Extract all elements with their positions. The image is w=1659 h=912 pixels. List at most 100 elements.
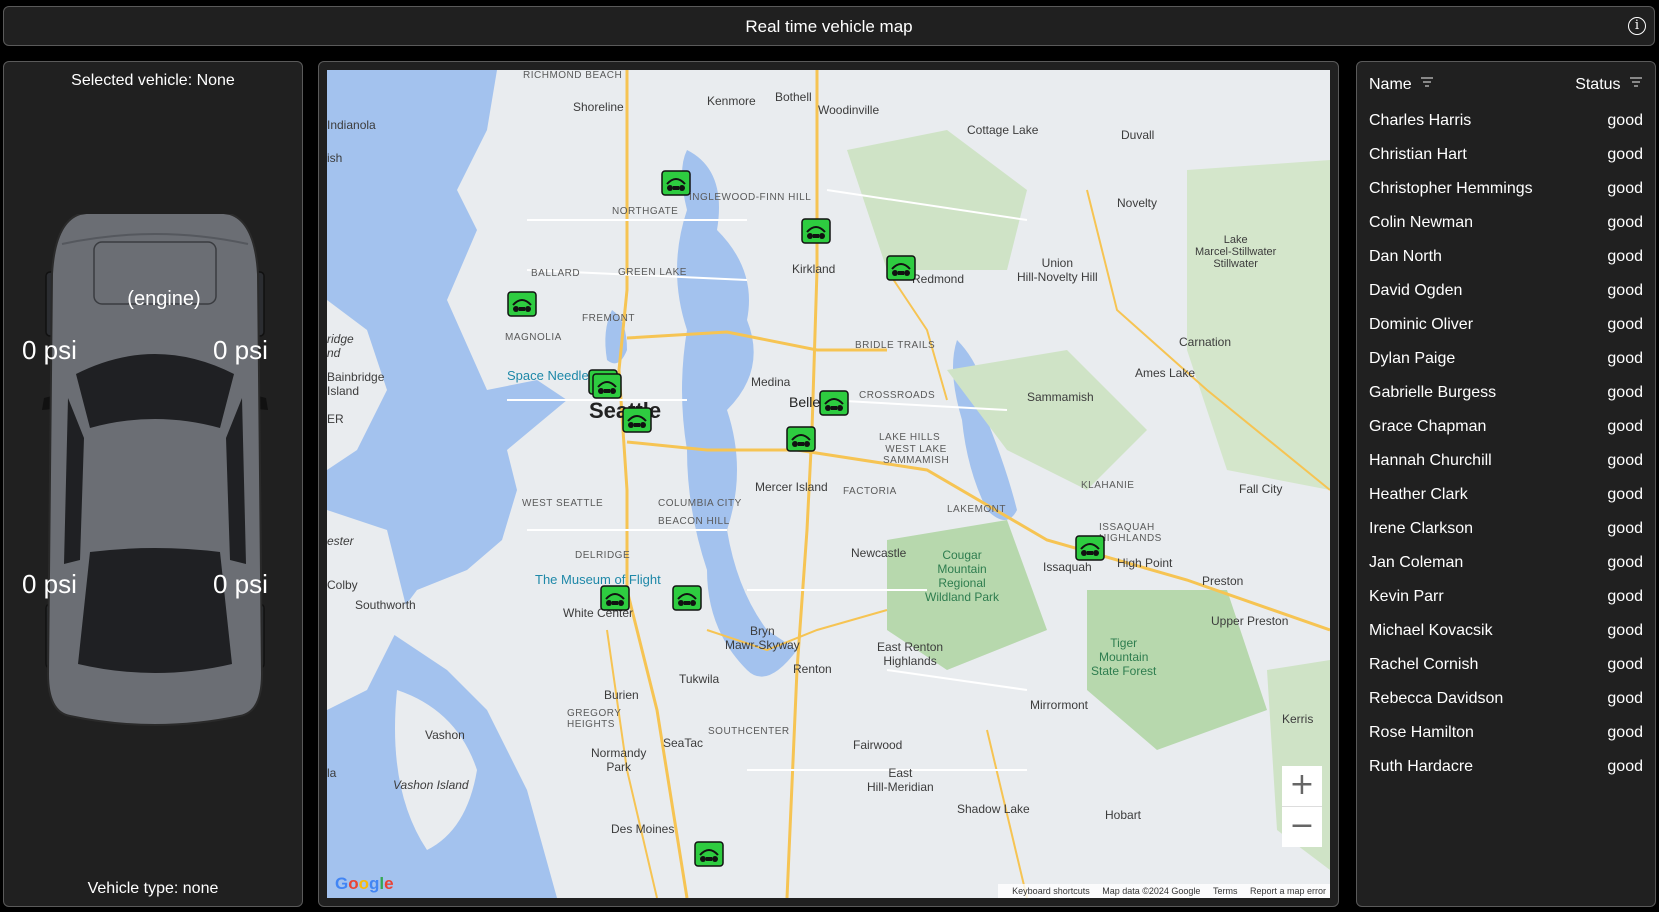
vehicle-marker-icon[interactable] [507,291,537,317]
driver-status: good [1607,656,1643,673]
map-label: East Renton Highlands [877,640,944,668]
zoom-out-button[interactable]: − [1282,807,1322,847]
map-label: LAKEMONT [947,504,1007,515]
driver-row[interactable]: Grace Chapman good [1369,418,1643,452]
driver-name: Colin Newman [1369,214,1474,231]
map-label: ER [327,412,344,426]
map-label: Mercer Island [755,480,828,494]
name-column-header[interactable]: Name [1369,76,1434,94]
status-header-label: Status [1575,76,1621,93]
terms-link[interactable]: Terms [1213,886,1238,896]
driver-row[interactable]: Kevin Parr good [1369,588,1643,622]
driver-row[interactable]: Dominic Oliver good [1369,316,1643,350]
driver-status: good [1607,520,1643,537]
name-header-label: Name [1369,76,1412,93]
vehicle-type-label: Vehicle type: none [87,880,219,897]
driver-status: good [1607,690,1643,707]
map-panel: RICHMOND BEACH Shoreline Kenmore Bothell… [318,61,1339,907]
map-label: The Museum of Flight [535,572,661,587]
keyboard-shortcuts-link[interactable]: Keyboard shortcuts [1012,886,1090,896]
map-label: WEST LAKE SAMMAMISH [883,444,950,466]
map-label: Hobart [1105,808,1142,822]
map-label: la [327,766,337,780]
vehicle-marker-icon[interactable] [801,218,831,244]
map-label: FREMONT [582,313,635,324]
map-label: RICHMOND BEACH [523,70,623,81]
driver-row[interactable]: Heather Clark good [1369,486,1643,520]
driver-row[interactable]: Hannah Churchill good [1369,452,1643,486]
vehicle-marker-icon[interactable] [694,841,724,867]
driver-row[interactable]: Dan North good [1369,248,1643,282]
zoom-in-button[interactable]: + [1282,766,1322,807]
vehicle-marker-icon[interactable] [672,585,702,611]
driver-row[interactable]: Christian Hart good [1369,146,1643,180]
map-label: BALLARD [531,268,581,279]
map-label: Fall City [1239,482,1283,496]
vehicle-marker-icon[interactable] [1075,535,1105,561]
driver-name: Hannah Churchill [1369,452,1492,469]
driver-status: good [1607,146,1643,163]
map-label: Duvall [1121,128,1155,142]
map-label: Vashon Island [393,778,469,792]
driver-name: Irene Clarkson [1369,520,1474,537]
vehicle-marker-icon[interactable] [819,390,849,416]
vehicle-marker-icon[interactable] [622,407,652,433]
driver-row[interactable]: Gabrielle Burgess good [1369,384,1643,418]
map-label: Sammamish [1027,390,1094,404]
driver-status: good [1607,316,1643,333]
map-label: Normandy Park [591,746,647,774]
driver-name: Charles Harris [1369,112,1472,129]
driver-row[interactable]: Colin Newman good [1369,214,1643,248]
driver-name: Rose Hamilton [1369,724,1474,741]
map-label: Ames Lake [1135,366,1196,380]
vehicle-panel: Selected vehicle: None (engine) 0 psi 0 … [3,61,303,907]
map-label: Medina [751,375,791,389]
vehicle-marker-icon[interactable] [786,426,816,452]
driver-row[interactable]: Irene Clarkson good [1369,520,1643,554]
driver-name: Dominic Oliver [1369,316,1474,333]
map-label: FACTORIA [843,486,897,497]
map-label: LAKE HILLS [879,432,941,443]
map-label: ester [327,534,354,548]
driver-row[interactable]: Charles Harris good [1369,112,1643,146]
map-attribution: Keyboard shortcuts Map data ©2024 Google… [998,884,1330,898]
map-label: SOUTHCENTER [708,726,790,737]
map-label: Fairwood [853,738,903,752]
driver-row[interactable]: David Ogden good [1369,282,1643,316]
map-label: Novelty [1117,196,1158,210]
driver-row[interactable]: Michael Kovacsik good [1369,622,1643,656]
driver-name: Jan Coleman [1369,554,1464,571]
vehicle-marker-icon[interactable] [886,255,916,281]
map-label: Tukwila [679,672,720,686]
driver-row[interactable]: Jan Coleman good [1369,554,1643,588]
driver-name: Ruth Hardacre [1369,758,1474,775]
map-label: GREGORY HEIGHTS [567,708,622,730]
driver-row[interactable]: Rachel Cornish good [1369,656,1643,690]
vehicle-marker-icon[interactable] [661,170,691,196]
driver-row[interactable]: Christopher Hemmings good [1369,180,1643,214]
driver-row[interactable]: Ruth Hardacre good [1369,758,1643,792]
map-label: Redmond [912,272,965,286]
driver-status: good [1607,758,1643,775]
map-label: KLAHANIE [1081,480,1135,491]
driver-name: Christopher Hemmings [1369,180,1533,197]
driver-status: good [1607,282,1643,299]
map-label: East Hill-Meridian [867,766,934,794]
vehicle-marker-icon[interactable] [592,373,622,399]
map-label: GREEN LAKE [618,267,687,278]
info-icon[interactable]: i [1628,17,1646,35]
driver-status: good [1607,724,1643,741]
map-label: Kerris [1282,712,1314,726]
status-column-header[interactable]: Status [1575,76,1643,94]
driver-status: good [1607,486,1643,503]
vehicle-marker-icon[interactable] [600,585,630,611]
map-label: Bryn Mawr-Skyway [725,624,800,652]
report-error-link[interactable]: Report a map error [1250,886,1326,896]
map-label: COLUMBIA CITY [658,498,742,509]
vehicle-map[interactable]: RICHMOND BEACH Shoreline Kenmore Bothell… [327,70,1330,898]
driver-row[interactable]: Rose Hamilton good [1369,724,1643,758]
driver-status: good [1607,384,1643,401]
driver-row[interactable]: Rebecca Davidson good [1369,690,1643,724]
driver-row[interactable]: Dylan Paige good [1369,350,1643,384]
map-label: Issaquah [1043,560,1092,574]
